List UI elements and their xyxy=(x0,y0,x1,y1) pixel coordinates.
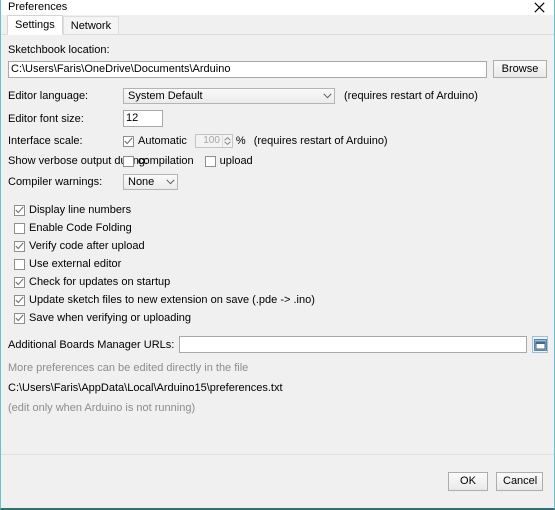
verbose-output-row: Show verbose output during: compilation … xyxy=(1,155,554,167)
checkbox-label: Enable Code Folding xyxy=(29,222,132,234)
compiler-warnings-label: Compiler warnings: xyxy=(8,176,103,188)
settings-panel: Sketchbook location: Browse Editor langu… xyxy=(1,34,554,454)
boards-manager-urls-label: Additional Boards Manager URLs: xyxy=(8,338,175,351)
edit-warning-note: (edit only when Arduino is not running) xyxy=(1,402,554,414)
stepper-arrows-icon xyxy=(221,135,232,147)
checkbox-box[interactable] xyxy=(14,294,25,306)
open-list-editor-icon xyxy=(533,338,547,351)
chevron-down-icon xyxy=(320,93,334,99)
checkbox-display-line-numbers[interactable]: Display line numbers xyxy=(14,201,554,219)
verbose-upload-label: upload xyxy=(219,155,253,167)
tab-settings[interactable]: Settings xyxy=(7,15,63,35)
checkbox-label: Use external editor xyxy=(29,258,122,270)
tab-settings-label: Settings xyxy=(15,19,55,31)
verbose-compilation-wrap: compilation xyxy=(123,155,194,167)
checkmark-icon xyxy=(15,296,24,304)
editor-language-row: Editor language: System Default (require… xyxy=(1,88,554,104)
close-icon xyxy=(533,2,545,13)
preferences-checkbox-list: Display line numbers Enable Code Folding… xyxy=(1,201,554,327)
checkbox-label: Save when verifying or uploading xyxy=(29,312,192,324)
checkbox-use-external-editor[interactable]: Use external editor xyxy=(14,255,554,273)
checkbox-update-sketch-files-extension[interactable]: Update sketch files to new extension on … xyxy=(14,291,554,309)
checkbox-label: Check for updates on startup xyxy=(29,276,171,288)
checkbox-enable-code-folding[interactable]: Enable Code Folding xyxy=(14,219,554,237)
ok-button[interactable]: OK xyxy=(448,472,488,491)
cancel-button[interactable]: Cancel xyxy=(496,472,543,491)
checkbox-label: Update sketch files to new extension on … xyxy=(29,294,315,306)
interface-scale-stepper[interactable]: 100 xyxy=(194,134,233,148)
verbose-output-label: Show verbose output during: xyxy=(8,155,149,167)
checkbox-check-for-updates-on-startup[interactable]: Check for updates on startup xyxy=(14,273,554,291)
checkbox-box[interactable] xyxy=(14,258,25,270)
title-bar: Preferences xyxy=(1,0,554,15)
more-preferences-note-text: More preferences can be edited directly … xyxy=(8,362,249,374)
tab-network[interactable]: Network xyxy=(62,16,120,35)
tab-strip: Settings Network xyxy=(1,15,554,35)
interface-scale-automatic-wrap: Automatic xyxy=(123,135,187,147)
editor-font-size-row: Editor font size: xyxy=(1,110,554,127)
compiler-warnings-value: None xyxy=(128,176,155,188)
dialog-footer: OK Cancel xyxy=(1,454,554,508)
verbose-compilation-checkbox[interactable] xyxy=(123,155,134,167)
checkbox-box[interactable] xyxy=(14,222,25,234)
boards-manager-urls-editor-button[interactable] xyxy=(532,336,548,353)
checkbox-save-when-verifying-or-uploading[interactable]: Save when verifying or uploading xyxy=(14,309,554,327)
sketchbook-location-label: Sketchbook location: xyxy=(8,44,110,56)
compiler-warnings-select[interactable]: None xyxy=(123,174,178,190)
verbose-upload-wrap: upload xyxy=(204,155,253,167)
checkbox-verify-code-after-upload[interactable]: Verify code after upload xyxy=(14,237,554,255)
verbose-upload-checkbox[interactable] xyxy=(204,155,216,167)
browse-button[interactable]: Browse xyxy=(493,60,547,78)
interface-scale-note: (requires restart of Arduino) xyxy=(253,135,388,147)
sketchbook-location-row: Sketchbook location: xyxy=(1,44,554,56)
checkmark-icon xyxy=(15,314,24,322)
preferences-file-path-text: C:\Users\Faris\AppData\Local\Arduino15\p… xyxy=(8,382,283,394)
checkmark-icon xyxy=(15,206,24,214)
checkbox-box[interactable] xyxy=(14,240,25,252)
editor-language-label: Editor language: xyxy=(8,90,89,102)
window-title: Preferences xyxy=(8,1,68,13)
editor-font-size-input[interactable] xyxy=(123,110,163,127)
editor-language-note: (requires restart of Arduino) xyxy=(344,90,478,102)
checkbox-label: Display line numbers xyxy=(29,204,132,216)
compiler-warnings-row: Compiler warnings: None xyxy=(1,174,554,190)
interface-scale-automatic-label: Automatic xyxy=(138,135,187,147)
editor-font-size-label: Editor font size: xyxy=(8,112,84,125)
interface-scale-row: Interface scale: Automatic 100 % (requir… xyxy=(1,134,554,148)
checkmark-icon xyxy=(124,137,133,145)
checkmark-icon xyxy=(15,278,24,286)
interface-scale-label: Interface scale: xyxy=(8,135,83,147)
chevron-down-icon xyxy=(163,179,177,185)
editor-language-select[interactable]: System Default xyxy=(123,88,335,104)
close-button[interactable] xyxy=(524,0,554,15)
checkbox-label: Verify code after upload xyxy=(29,240,145,252)
more-preferences-note: More preferences can be edited directly … xyxy=(1,362,554,374)
checkbox-box[interactable] xyxy=(14,276,25,288)
sketchbook-input-row: Browse xyxy=(1,60,554,78)
checkmark-icon xyxy=(15,242,24,250)
preferences-file-path: C:\Users\Faris\AppData\Local\Arduino15\p… xyxy=(1,382,554,394)
checkbox-box[interactable] xyxy=(14,312,25,324)
checkbox-box[interactable] xyxy=(14,204,25,216)
verbose-compilation-label: compilation xyxy=(138,155,194,167)
interface-scale-value: 100 xyxy=(203,135,220,146)
editor-language-value: System Default xyxy=(128,90,203,102)
interface-scale-automatic-checkbox[interactable] xyxy=(123,135,134,147)
edit-warning-note-text: (edit only when Arduino is not running) xyxy=(8,402,196,414)
interface-scale-percent: % xyxy=(235,135,246,147)
boards-manager-urls-input[interactable] xyxy=(179,336,528,353)
sketchbook-location-input[interactable] xyxy=(8,60,487,78)
tab-network-label: Network xyxy=(70,20,112,32)
preferences-dialog: Preferences Settings Network Sketchbook … xyxy=(0,0,555,510)
boards-manager-urls-row: Additional Boards Manager URLs: xyxy=(1,336,554,353)
